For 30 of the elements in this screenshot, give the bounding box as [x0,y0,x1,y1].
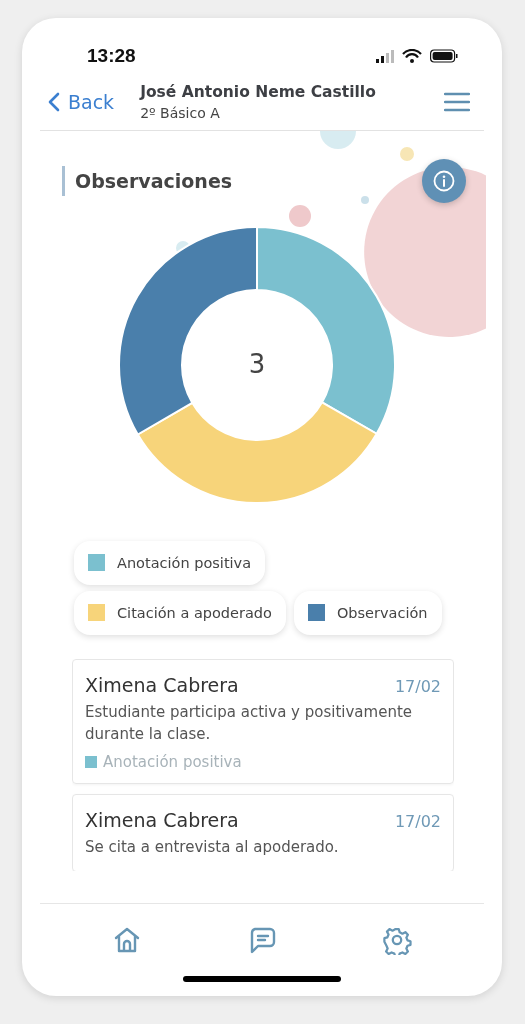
settings-tab[interactable] [381,925,412,956]
entry-date: 17/02 [394,676,441,696]
tag-label: Anotación positiva [103,753,242,772]
observation-text: Se cita a entrevista al apoderado. [85,837,340,859]
observation-card[interactable]: Ximena Cabrera 17/02 Estudiante participa activa y positivamente durante la clase. Anotación positiva [72,658,454,785]
author-name: Ximena Cabrera [85,809,239,832]
section-title: Observaciones [75,169,234,192]
chevron-left-icon [48,91,60,112]
entry-date: 17/02 [394,812,441,832]
status-time: 13:28 [87,44,136,67]
student-name: José Antonio Neme Castillo [140,82,377,101]
legend-label: Citación a apoderado [117,604,272,621]
total-count: 3 [247,348,267,379]
observation-text: Estudiante participa activa y positivamente durante la clase. [85,701,413,745]
battery-icon [430,48,458,63]
menu-icon[interactable] [444,91,470,112]
decorative-bubble [400,146,414,161]
info-button[interactable] [422,158,466,203]
signal-icon [376,48,394,63]
back-button[interactable]: Back [48,90,115,113]
observation-card[interactable]: Ximena Cabrera 17/02 Se cita a entrevista al apoderado. [72,794,454,871]
wifi-icon [402,48,422,63]
settings-icon [381,925,412,956]
info-icon [433,169,455,192]
legend-label: Observación [336,604,428,621]
decorative-bubble [289,204,311,227]
class-name: 2º Básico A [140,104,221,121]
decorative-bubble [320,130,356,149]
author-name: Ximena Cabrera [85,673,239,696]
legend-label: Anotación positiva [117,554,252,571]
